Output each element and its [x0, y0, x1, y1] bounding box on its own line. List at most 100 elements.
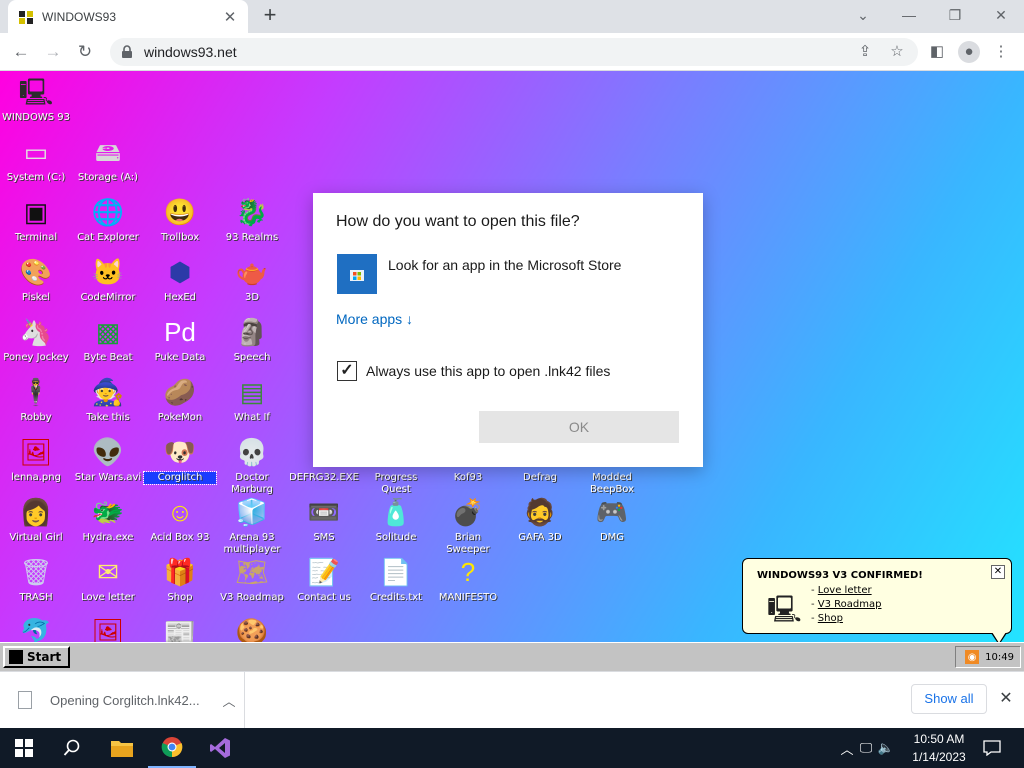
restore-button[interactable]: ❐ — [932, 2, 978, 28]
desktop-icon[interactable]: 🌐 Cat Explorer — [72, 195, 144, 244]
desktop-icon[interactable]: 🥔 PokeMon — [144, 375, 216, 424]
desktop-icon[interactable]: 📝 Contact us — [288, 555, 360, 604]
microsoft-store-icon[interactable] — [337, 254, 377, 294]
desktop-icon[interactable]: 🐲 Hydra.exe — [72, 495, 144, 544]
balloon-close-icon[interactable]: ✕ — [991, 565, 1005, 579]
reload-button[interactable]: ↻ — [72, 40, 98, 64]
address-bar[interactable]: windows93.net — [110, 38, 918, 66]
face-icon: 🗿 — [235, 317, 269, 347]
desktop-icon[interactable]: 🐶 Corglitch — [143, 435, 217, 485]
desktop-icon[interactable]: 🧙 Take this — [72, 375, 144, 424]
love-letter-link[interactable]: Love letter — [818, 585, 872, 596]
download-item[interactable]: Opening Corglitch.lnk42... ︿ — [18, 672, 245, 728]
desktop-icon[interactable]: 🎮 DMG — [576, 495, 648, 544]
map-icon: 🗺 — [235, 557, 269, 587]
v3-roadmap-link[interactable]: V3 Roadmap — [818, 599, 882, 610]
always-use-checkbox[interactable]: ✓ — [337, 361, 357, 381]
girl-icon: 👩 — [19, 497, 53, 527]
close-download-bar-icon[interactable]: ✕ — [996, 689, 1016, 709]
desktop-icon[interactable]: ▭ System (C:) — [0, 135, 72, 184]
volume-icon[interactable]: 🔈 — [876, 740, 896, 756]
desktop-icon-label: Doctor Marburg — [231, 472, 273, 495]
always-use-label[interactable]: Always use this app to open .lnk42 files — [366, 363, 610, 379]
balloon-title: WINDOWS93 V3 CONFIRMED! — [757, 570, 923, 581]
desktop-icon[interactable]: 🕴 Robby — [0, 375, 72, 424]
minimize-button[interactable]: — — [886, 2, 932, 28]
desktop-icon[interactable]: ✉ Love letter — [72, 555, 144, 604]
mine-icon: 💣 — [451, 497, 485, 527]
windows-start-icon[interactable] — [0, 728, 48, 768]
menu-kebab-icon[interactable]: ⋮ — [990, 41, 1012, 63]
desktop-icon[interactable]: 📄 Credits.txt — [360, 555, 432, 604]
desktop-icon[interactable]: 🖼 lenna.png — [0, 435, 72, 484]
desktop-icon[interactable]: 🐉 93 Realms — [216, 195, 288, 244]
back-button[interactable]: ← — [8, 40, 34, 64]
desktop-icon[interactable]: 🗺 V3 Roadmap — [216, 555, 288, 604]
close-tab-icon[interactable]: ✕ — [222, 8, 238, 26]
rss-icon[interactable]: ◉ — [965, 650, 980, 664]
side-panel-icon[interactable]: ◧ — [926, 41, 948, 63]
desktop-icon[interactable]: ▩ Byte Beat — [72, 315, 144, 364]
notifications-icon[interactable] — [968, 728, 1016, 768]
desktop-icon[interactable]: 🖴 Storage (A:) — [72, 135, 144, 184]
windows93-favicon-icon — [19, 10, 33, 24]
desktop-icon[interactable]: 💣 Brian Sweeper — [432, 495, 504, 556]
desktop-icon[interactable]: 🫖 3D — [216, 255, 288, 304]
desktop-icon[interactable]: 🗑 TRASH — [0, 555, 72, 604]
console-icon: 📼 — [307, 497, 341, 527]
close-window-button[interactable]: ✕ — [978, 2, 1024, 28]
desktop-icon[interactable]: ? MANIFESTO — [432, 555, 504, 604]
desktop-icon[interactable]: 😃 Trollbox — [144, 195, 216, 244]
contact-icon: 📝 — [307, 557, 341, 587]
desktop-icon[interactable]: ▣ Terminal — [0, 195, 72, 244]
system-clock[interactable]: 10:50 AM 1/14/2023 — [904, 730, 974, 766]
terminal-icon: ▣ — [23, 197, 49, 227]
desktop-icon[interactable]: 🗿 Speech — [216, 315, 288, 364]
w93-clock: 10:49 — [985, 651, 1014, 663]
more-apps-link[interactable]: More apps ↓ — [336, 311, 413, 327]
desktop-icon-label: HexEd — [163, 292, 197, 303]
desktop-icon[interactable]: ☺ Acid Box 93 — [144, 495, 216, 544]
chevron-up-icon[interactable]: ︿ — [214, 691, 244, 710]
show-all-button[interactable]: Show all — [911, 684, 987, 714]
desktop-icon-label: PokeMon — [157, 412, 203, 423]
desktop-icon[interactable]: 📼 SMS — [288, 495, 360, 544]
desktop-icon-label: Modded BeepBox — [589, 472, 635, 495]
forward-button[interactable]: → — [40, 40, 66, 64]
desktop-icon[interactable]: Pd Puke Data — [144, 315, 216, 364]
desktop-icon[interactable]: 🧊 Arena 93 multiplayer — [216, 495, 288, 556]
desktop-icon[interactable]: 🎁 Shop — [144, 555, 216, 604]
new-tab-button[interactable]: + — [258, 4, 282, 28]
desktop-icon[interactable]: 🐱 CodeMirror — [72, 255, 144, 304]
search-icon[interactable] — [48, 728, 96, 768]
desktop-icon[interactable]: 🖳 WINDOWS 93 — [0, 75, 72, 124]
file-explorer-icon[interactable] — [98, 728, 146, 768]
store-option-label[interactable]: Look for an app in the Microsoft Store — [388, 257, 621, 273]
profile-avatar-icon[interactable]: ● — [958, 41, 980, 63]
doomguy-icon: 🧔 — [523, 497, 557, 527]
url-text: windows93.net — [144, 44, 237, 60]
show-hidden-icons-icon[interactable]: ︿ — [838, 739, 856, 758]
network-icon[interactable]: 🖵 — [856, 740, 876, 756]
visual-studio-icon[interactable] — [196, 728, 244, 768]
desktop-icon[interactable]: 👩 Virtual Girl — [0, 495, 72, 544]
start-label: Start — [27, 650, 62, 664]
pd-icon: Pd — [164, 317, 196, 347]
desktop-icon[interactable]: ▤ What If — [216, 375, 288, 424]
desktop-icon[interactable]: 🧴 Solitude — [360, 495, 432, 544]
shop-link[interactable]: Shop — [818, 613, 843, 624]
share-icon[interactable]: ⇪ — [854, 41, 876, 63]
dialog-title: How do you want to open this file? — [336, 213, 580, 230]
desktop-icon[interactable]: 🧔 GAFA 3D — [504, 495, 576, 544]
desktop-icon[interactable]: 👽 Star Wars.avi — [72, 435, 144, 484]
tab-search-icon[interactable]: ⌄ — [840, 2, 886, 28]
ok-button[interactable]: OK — [479, 411, 679, 443]
w93-start-button[interactable]: Start — [3, 646, 70, 668]
desktop-icon[interactable]: 🦄 Poney Jockey — [0, 315, 72, 364]
desktop-icon[interactable]: 🎨 Piskel — [0, 255, 72, 304]
desktop-icon[interactable]: ⬢ HexEd — [144, 255, 216, 304]
desktop-icon[interactable]: 💀 Doctor Marburg — [216, 435, 288, 496]
bookmark-star-icon[interactable]: ☆ — [886, 41, 908, 63]
browser-tab[interactable]: WINDOWS93 ✕ — [8, 0, 248, 33]
chrome-icon[interactable] — [148, 728, 196, 768]
